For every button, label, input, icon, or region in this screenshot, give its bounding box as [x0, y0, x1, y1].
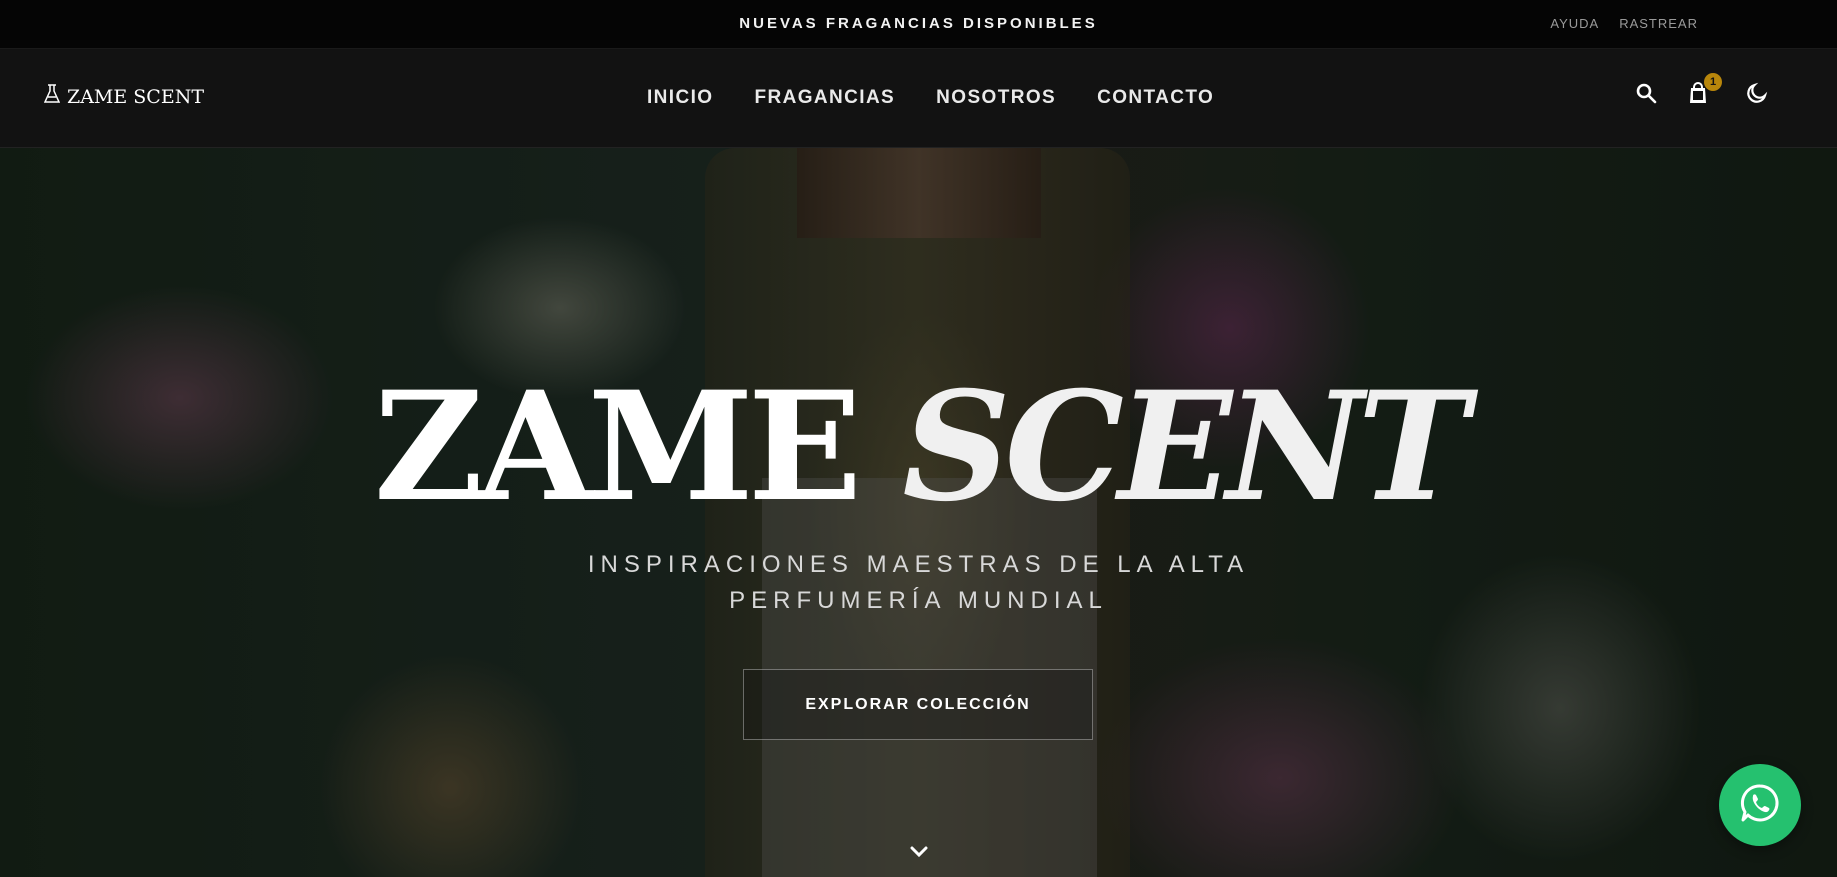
track-order-link[interactable]: RASTREAR — [1619, 16, 1698, 31]
search-icon[interactable] — [1632, 79, 1660, 107]
nav-item-fragancias[interactable]: FRAGANCIAS — [754, 87, 895, 109]
hero-title-main: ZAME — [373, 359, 862, 535]
hero-subtitle: INSPIRACIONES MAESTRAS DE LA ALTA PERFUM… — [0, 547, 1837, 619]
site-header: ZAME SCENT INICIO FRAGANCIAS NOSOTROS CO… — [0, 49, 1837, 148]
flask-icon — [43, 84, 61, 109]
nav-item-nosotros[interactable]: NOSOTROS — [936, 87, 1056, 109]
explore-collection-button[interactable]: EXPLORAR COLECCIÓN — [743, 669, 1093, 740]
header-actions: 1 — [1632, 73, 1771, 107]
whatsapp-button[interactable] — [1719, 764, 1801, 846]
chevron-down-icon[interactable] — [910, 846, 928, 858]
shopping-bag-icon[interactable]: 1 — [1684, 73, 1722, 107]
logo-text: ZAME SCENT — [67, 85, 205, 108]
utility-links: AYUDA RASTREAR — [1550, 16, 1698, 31]
hero-title: ZAME SCENT — [0, 372, 1837, 522]
logo[interactable]: ZAME SCENT — [43, 84, 205, 109]
nav-item-inicio[interactable]: INICIO — [647, 87, 713, 109]
hero-title-italic: SCENT — [902, 359, 1469, 535]
hero-section: ZAME SCENT INSPIRACIONES MAESTRAS DE LA … — [0, 148, 1837, 877]
whatsapp-icon — [1738, 781, 1782, 830]
nav-item-contacto[interactable]: CONTACTO — [1097, 87, 1214, 109]
main-nav: INICIO FRAGANCIAS NOSOTROS CONTACTO — [647, 87, 1214, 109]
moon-icon[interactable] — [1743, 79, 1771, 107]
cart-count-badge: 1 — [1704, 73, 1722, 91]
hero-subtitle-line1: INSPIRACIONES MAESTRAS DE LA ALTA — [587, 551, 1250, 578]
announcement-bar: NUEVAS FRAGANCIAS DISPONIBLES AYUDA RAST… — [0, 0, 1837, 49]
hero-subtitle-line2: PERFUMERÍA MUNDIAL — [729, 587, 1108, 614]
help-link[interactable]: AYUDA — [1550, 16, 1599, 31]
